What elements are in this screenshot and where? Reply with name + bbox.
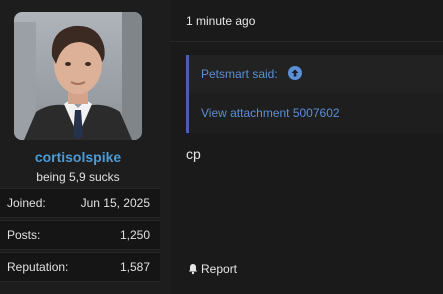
post-body: cp	[186, 146, 201, 162]
quote-block: Petsmart said: View attachment 5007602	[186, 55, 443, 133]
post-timestamp[interactable]: 1 minute ago	[186, 14, 255, 28]
stat-value: 1,250	[119, 228, 150, 242]
stat-value: Jun 15, 2025	[80, 196, 150, 210]
post-divider	[170, 41, 443, 42]
stat-label: Reputation:	[7, 260, 69, 274]
stat-label: Posts:	[7, 228, 41, 242]
stat-row-reputation: Reputation: 1,587	[0, 252, 160, 282]
stat-row-joined: Joined: Jun 15, 2025	[0, 188, 160, 218]
quote-author[interactable]: Petsmart said:	[201, 67, 278, 81]
username[interactable]: cortisolspike	[0, 149, 156, 165]
user-panel: cortisolspike being 5,9 sucks Joined: Ju…	[0, 0, 170, 294]
user-title: being 5,9 sucks	[36, 170, 120, 184]
report-label: Report	[201, 262, 238, 276]
bell-icon	[188, 264, 198, 275]
report-button[interactable]: Report	[187, 262, 237, 276]
arrow-up-circle-icon[interactable]	[288, 66, 302, 80]
avatar[interactable]	[14, 12, 142, 140]
stat-label: Joined:	[7, 196, 46, 210]
stat-row-posts: Posts: 1,250	[0, 220, 160, 250]
quote-header: Petsmart said:	[189, 55, 443, 93]
stat-value: 1,587	[119, 260, 150, 274]
attachment-link[interactable]: View attachment 5007602	[201, 106, 340, 120]
